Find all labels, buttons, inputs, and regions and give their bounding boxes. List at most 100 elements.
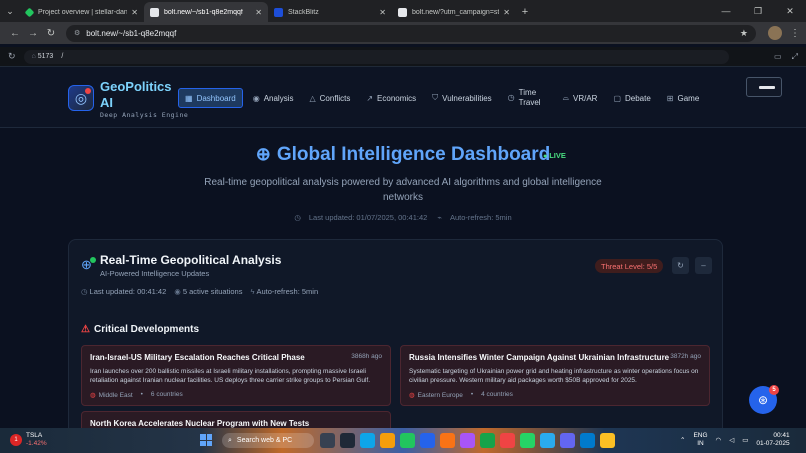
wifi-icon[interactable]: ◠ [716, 436, 722, 444]
app-icon[interactable] [440, 433, 455, 448]
fullscreen-icon[interactable]: ⤢ [792, 52, 798, 62]
chevron-up-icon[interactable]: ⌃ [680, 436, 685, 444]
telegram-icon[interactable] [540, 433, 555, 448]
nav-vulnerabilities[interactable]: ⛉ Vulnerabilities [426, 88, 498, 108]
panel-meta: ◷ Last updated: 00:41:42 ◉ 5 active situat… [81, 287, 319, 296]
chat-icon: ▢ [613, 93, 621, 103]
shield-icon: ⛉ [432, 93, 439, 102]
volume-icon[interactable]: ◁ [729, 436, 734, 444]
bookmark-star-icon[interactable]: ★ [740, 28, 748, 39]
browser-tab-active[interactable]: bolt.new/~/sb1-q8e2mqqf ✕ [144, 2, 268, 22]
nav-vr-ar[interactable]: ⌓ VR/AR [557, 88, 604, 108]
drive-icon[interactable] [600, 433, 615, 448]
task-view-icon[interactable] [320, 433, 335, 448]
close-tab-icon[interactable]: ✕ [503, 8, 510, 17]
new-tab-icon[interactable]: + [516, 2, 534, 22]
browser-tab[interactable]: Project overview | stellar-dange ✕ [20, 2, 144, 22]
threat-level-badge: Threat Level: 5/5 [595, 259, 664, 273]
compass-icon: ⊛ [757, 393, 769, 407]
analysis-panel: ⊕ Real-Time Geopolitical Analysis AI-Pow… [68, 239, 723, 428]
store-icon[interactable] [420, 433, 435, 448]
search-icon: ⌕ [228, 436, 232, 444]
close-window-icon[interactable]: ✕ [774, 0, 806, 22]
browser-tab[interactable]: StackBlitz ✕ [268, 2, 392, 22]
development-card[interactable]: North Korea Accelerates Nuclear Program … [81, 411, 391, 428]
forward-icon[interactable]: → [24, 28, 42, 39]
refresh-icon: ↻ [677, 261, 684, 270]
language-indicator[interactable]: ENG IN [693, 432, 707, 448]
back-icon[interactable]: ← [6, 28, 24, 39]
battery-icon[interactable]: ▭ [742, 436, 748, 444]
bullet-icon: • [470, 391, 474, 398]
stackblitz-favicon-icon [274, 7, 283, 17]
brand-title: GeoPolitics AI [100, 79, 172, 110]
stock-widget[interactable]: 1 TSLA -1.42% [10, 432, 47, 448]
nav-debate[interactable]: ▢ Debate [607, 88, 656, 108]
clock[interactable]: 00:41 01-07-2025 [756, 432, 789, 448]
maximize-icon[interactable]: ❐ [742, 0, 774, 22]
preview-toolbar: ↻ 5173 / ▭ ⤢ [0, 47, 806, 67]
collapse-button[interactable]: – [695, 257, 712, 274]
hero-meta: ◷ Last updated: 01/07/2025, 00:41:42 ⌁ Aut… [294, 213, 512, 222]
panel-subtitle: AI-Powered Intelligence Updates [100, 269, 210, 278]
browser-tab[interactable]: bolt.new/?utm_campaign=stac ✕ [392, 2, 516, 22]
status-dot [90, 257, 96, 263]
brain-icon: ◉ [252, 93, 260, 103]
close-tab-icon[interactable]: ✕ [131, 8, 138, 17]
preview-reload-icon[interactable]: ↻ [8, 51, 16, 62]
brand-subtitle: Deep Analysis Engine [100, 111, 189, 119]
url-input[interactable]: ⚙ bolt.new/~/sb1-q8e2mqqf ★ [66, 24, 756, 42]
taskbar-search-input[interactable]: ⌕ Search web & PC [222, 433, 314, 448]
refresh-button[interactable]: ↻ [672, 257, 689, 274]
windows-taskbar: 1 TSLA -1.42% ⌕ Search web & PC ⌃ ENG IN… [0, 428, 806, 453]
widgets-icon[interactable] [340, 433, 355, 448]
development-card[interactable]: Russia Intensifies Winter Campaign Again… [400, 345, 710, 406]
nav-analysis[interactable]: ◉ Analysis [247, 88, 300, 108]
nav-economics[interactable]: ↗ Economics [360, 88, 422, 108]
app-icon[interactable] [560, 433, 575, 448]
clock-icon: ◷ [507, 93, 515, 102]
browser-menu-icon[interactable]: ⋮ [790, 28, 800, 39]
app-icon[interactable] [480, 433, 495, 448]
nav-time-travel[interactable]: ◷ Time Travel [502, 88, 553, 108]
tab-search-icon[interactable]: ⌄ [0, 0, 20, 22]
nav-dashboard[interactable]: ▦ Dashboard [178, 88, 243, 108]
nav-conflicts[interactable]: △ Conflicts [303, 88, 356, 108]
bolt-badge[interactable] [746, 77, 782, 97]
development-card[interactable]: Iran-Israel-US Military Escalation Reach… [81, 345, 391, 406]
close-tab-icon[interactable]: ✕ [255, 8, 262, 17]
youtube-icon[interactable] [500, 433, 515, 448]
nav-game[interactable]: ⊞ Game [661, 88, 706, 108]
headset-icon: ⌓ [562, 93, 569, 102]
address-bar: ← → ↻ ⚙ bolt.new/~/sb1-q8e2mqqf ★ ⋮ [0, 22, 806, 44]
whatsapp-icon[interactable] [520, 433, 535, 448]
bolt-icon: ϟ [250, 287, 255, 296]
grid-icon: ▦ [185, 93, 193, 103]
chrome-icon[interactable] [400, 433, 415, 448]
trend-icon: ↗ [366, 93, 374, 103]
windows-start-icon[interactable] [200, 434, 212, 446]
vscode-icon[interactable] [580, 433, 595, 448]
app-icon[interactable] [460, 433, 475, 448]
minus-icon: – [701, 261, 706, 270]
devices-icon[interactable]: ▭ [774, 52, 782, 62]
site-info-icon[interactable]: ⚙ [74, 29, 80, 37]
warning-icon: △ [309, 93, 316, 103]
profile-avatar[interactable] [768, 26, 782, 40]
bullet-icon: • [140, 391, 143, 398]
edge-icon[interactable] [360, 433, 375, 448]
logo[interactable]: ◎ [68, 85, 94, 111]
warning-icon: ⚠ [81, 324, 90, 335]
preview-url-input[interactable]: 5173 / [23, 49, 729, 64]
reload-icon[interactable]: ↻ [42, 28, 60, 39]
clock-icon: ◷ [81, 287, 88, 296]
globe-icon: ⊕ [255, 144, 271, 164]
stock-badge: 1 [10, 434, 22, 446]
minimize-icon[interactable]: — [710, 0, 742, 22]
clock-icon: ◷ [294, 213, 301, 222]
close-tab-icon[interactable]: ✕ [379, 8, 386, 17]
live-badge: LIVE [543, 151, 566, 160]
globe-icon: ◍ [409, 392, 415, 399]
file-explorer-icon[interactable] [380, 433, 395, 448]
status-dot [85, 88, 91, 94]
